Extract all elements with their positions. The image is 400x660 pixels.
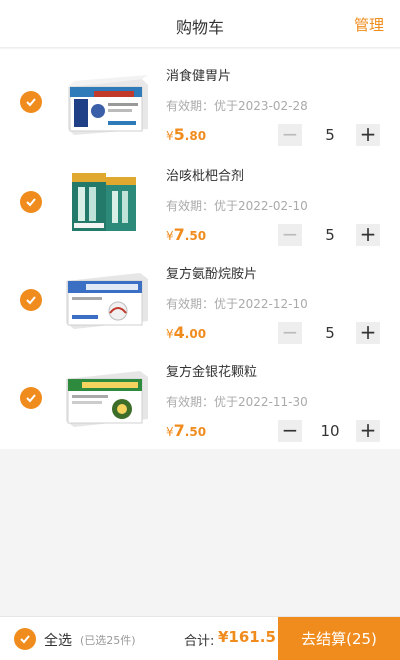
checkout-button[interactable]: 去结算(25) bbox=[278, 617, 400, 660]
price-integer: 7 bbox=[173, 225, 185, 244]
cart-item: 复方金银花颗粒 有效期：优于2022-11-30 ¥7.50 − 10 + bbox=[0, 349, 400, 447]
decrease-quantity-button[interactable]: − bbox=[278, 420, 302, 442]
product-name[interactable]: 复方金银花颗粒 bbox=[166, 361, 257, 380]
page-title: 购物车 bbox=[175, 18, 224, 37]
decrease-quantity-button[interactable]: − bbox=[278, 124, 302, 146]
product-image[interactable] bbox=[60, 163, 152, 235]
price-decimal: .00 bbox=[184, 327, 207, 341]
increase-quantity-button[interactable]: + bbox=[356, 224, 380, 246]
price-symbol: ¥ bbox=[166, 229, 174, 243]
cart-item: 治咳枇杷合剂 有效期：优于2022-02-10 ¥7.50 − 5 + bbox=[0, 153, 400, 251]
increase-quantity-button[interactable]: + bbox=[356, 322, 380, 344]
price-integer: 7 bbox=[173, 421, 185, 440]
check-icon bbox=[26, 98, 36, 107]
product-image[interactable] bbox=[60, 361, 152, 433]
increase-quantity-button[interactable]: + bbox=[356, 124, 380, 146]
header-bar: 购物车 管理 bbox=[0, 0, 400, 48]
product-name[interactable]: 消食健胃片 bbox=[166, 65, 231, 84]
quantity-value[interactable]: 5 bbox=[305, 226, 355, 244]
item-checkbox[interactable] bbox=[20, 387, 42, 409]
product-image[interactable] bbox=[60, 65, 152, 137]
cart-item: 复方氨酚烷胺片 有效期：优于2022-12-10 ¥4.00 − 5 + bbox=[0, 251, 400, 349]
quantity-value[interactable]: 5 bbox=[305, 126, 355, 144]
item-checkbox[interactable] bbox=[20, 289, 42, 311]
product-name[interactable]: 治咳枇杷合剂 bbox=[166, 165, 244, 184]
product-price: ¥5.80 bbox=[166, 125, 206, 144]
total-label: 合计: bbox=[184, 634, 215, 649]
check-icon bbox=[20, 635, 30, 644]
product-image[interactable] bbox=[60, 263, 152, 335]
product-price: ¥7.50 bbox=[166, 225, 206, 244]
product-price: ¥4.00 bbox=[166, 323, 206, 342]
check-icon bbox=[26, 198, 36, 207]
price-symbol: ¥ bbox=[166, 425, 174, 439]
cart-list: 消食健胃片 有效期：优于2023-02-28 ¥5.80 − 5 + 治咳枇杷合… bbox=[0, 49, 400, 449]
product-name[interactable]: 复方氨酚烷胺片 bbox=[166, 263, 257, 282]
price-decimal: .50 bbox=[184, 425, 207, 439]
check-icon bbox=[26, 394, 36, 403]
cart-item: 消食健胃片 有效期：优于2023-02-28 ¥5.80 − 5 + bbox=[0, 53, 400, 151]
decrease-quantity-button[interactable]: − bbox=[278, 322, 302, 344]
quantity-value[interactable]: 5 bbox=[305, 324, 355, 342]
price-integer: 5 bbox=[173, 125, 185, 144]
quantity-value[interactable]: 10 bbox=[305, 422, 355, 440]
product-expiry: 有效期：优于2022-12-10 bbox=[166, 297, 308, 311]
price-integer: 4 bbox=[173, 323, 185, 342]
select-all-label[interactable]: 全选 bbox=[44, 630, 72, 650]
product-expiry: 有效期：优于2023-02-28 bbox=[166, 99, 308, 113]
product-expiry: 有效期：优于2022-02-10 bbox=[166, 199, 308, 213]
decrease-quantity-button[interactable]: − bbox=[278, 224, 302, 246]
item-checkbox[interactable] bbox=[20, 191, 42, 213]
manage-button[interactable]: 管理 bbox=[354, 14, 384, 35]
item-checkbox[interactable] bbox=[20, 91, 42, 113]
total-value: ¥161.5 bbox=[218, 628, 276, 646]
product-expiry: 有效期：优于2022-11-30 bbox=[166, 395, 308, 409]
product-price: ¥7.50 bbox=[166, 421, 206, 440]
price-symbol: ¥ bbox=[166, 327, 174, 341]
increase-quantity-button[interactable]: + bbox=[356, 420, 380, 442]
price-symbol: ¥ bbox=[166, 129, 174, 143]
price-decimal: .80 bbox=[184, 129, 207, 143]
checkout-bar: 全选 (已选25件) 合计: ¥161.5 去结算(25) bbox=[0, 616, 400, 660]
select-all-checkbox[interactable] bbox=[14, 628, 36, 650]
selected-count: (已选25件) bbox=[80, 634, 136, 647]
check-icon bbox=[26, 296, 36, 305]
price-decimal: .50 bbox=[184, 229, 207, 243]
